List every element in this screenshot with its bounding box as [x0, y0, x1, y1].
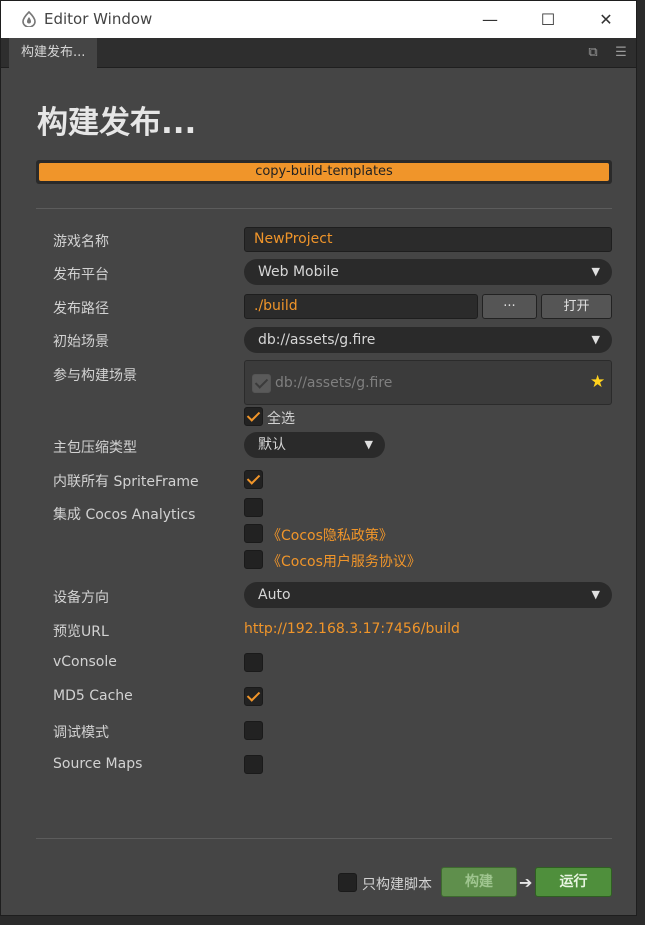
source-maps-checkbox[interactable]: [244, 755, 263, 774]
source-maps-label: Source Maps: [53, 756, 143, 772]
dropdown-arrow-icon: ▼: [591, 588, 600, 601]
vconsole-label: vConsole: [53, 654, 117, 670]
orientation-label: 设备方向: [53, 590, 109, 606]
title-bar: Editor Window — ☐ ✕: [1, 1, 636, 38]
preview-url-link[interactable]: http://192.168.3.17:7456/build: [244, 621, 460, 637]
background-editor-bottom: [0, 916, 645, 925]
debug-mode-label: 调试模式: [53, 725, 109, 741]
privacy-policy-link[interactable]: 《Cocos隐私政策》: [267, 525, 393, 545]
game-name-label: 游戏名称: [53, 234, 109, 250]
start-scene-value: db://assets/g.fire: [258, 332, 376, 348]
build-path-label: 发布路径: [53, 301, 109, 317]
divider-bottom: [36, 838, 612, 839]
orientation-select[interactable]: Auto ▼: [244, 582, 612, 608]
vconsole-checkbox[interactable]: [244, 653, 263, 672]
tab-bar: 构建发布... ⧉ ☰: [1, 38, 636, 68]
script-only-label: 只构建脚本: [362, 877, 432, 893]
start-scene-select[interactable]: db://assets/g.fire ▼: [244, 327, 612, 353]
build-button[interactable]: 构建: [441, 867, 517, 897]
minimize-button[interactable]: —: [461, 1, 519, 38]
select-all-label: 全选: [267, 411, 295, 427]
inline-spriteframe-checkbox[interactable]: [244, 470, 263, 489]
game-name-input[interactable]: NewProject: [244, 227, 612, 252]
dropdown-arrow-icon: ▼: [591, 265, 600, 278]
debug-mode-checkbox[interactable]: [244, 721, 263, 740]
scene-checkbox[interactable]: [252, 374, 271, 393]
start-scene-label: 初始场景: [53, 334, 109, 350]
preview-url-label: 预览URL: [53, 624, 109, 640]
arrow-right-icon: ➔: [519, 873, 533, 892]
window-title: Editor Window: [44, 10, 153, 28]
menu-icon[interactable]: ☰: [612, 44, 630, 62]
cocos-analytics-label: 集成 Cocos Analytics: [53, 507, 196, 523]
run-button[interactable]: 运行: [535, 867, 612, 897]
orientation-value: Auto: [258, 587, 291, 603]
select-all-checkbox[interactable]: [244, 407, 263, 426]
dropdown-arrow-icon: ▼: [591, 333, 600, 346]
privacy-policy-checkbox[interactable]: [244, 524, 263, 543]
background-editor-edge: [637, 0, 645, 925]
inline-spriteframe-label: 内联所有 SpriteFrame: [53, 474, 199, 490]
compression-select[interactable]: 默认 ▼: [244, 432, 385, 458]
maximize-button[interactable]: ☐: [519, 1, 577, 38]
compression-label: 主包压缩类型: [53, 440, 137, 456]
terms-link[interactable]: 《Cocos用户服务协议》: [267, 551, 421, 571]
dropdown-arrow-icon: ▼: [364, 438, 373, 451]
platform-value: Web Mobile: [258, 264, 339, 280]
close-button[interactable]: ✕: [577, 1, 635, 38]
cocos-logo-icon: [22, 11, 36, 27]
platform-label: 发布平台: [53, 267, 109, 283]
build-path-input[interactable]: ./build: [244, 294, 478, 319]
scene-path: db://assets/g.fire: [275, 375, 393, 391]
compression-value: 默认: [258, 437, 286, 453]
md5-cache-label: MD5 Cache: [53, 688, 133, 704]
md5-cache-checkbox[interactable]: [244, 687, 263, 706]
platform-select[interactable]: Web Mobile ▼: [244, 259, 612, 285]
popout-icon[interactable]: ⧉: [584, 44, 602, 62]
editor-window: Editor Window — ☐ ✕ 构建发布... ⧉ ☰ 构建发布... …: [0, 0, 637, 916]
open-path-button[interactable]: 打开: [541, 294, 612, 319]
page-title: 构建发布...: [37, 105, 197, 141]
divider-top: [36, 208, 612, 209]
star-icon[interactable]: ★: [590, 372, 605, 392]
tab-build[interactable]: 构建发布...: [9, 38, 98, 68]
build-progress-fill: copy-build-templates: [39, 163, 609, 181]
terms-checkbox[interactable]: [244, 550, 263, 569]
browse-path-button[interactable]: ···: [482, 294, 537, 319]
script-only-checkbox[interactable]: [338, 873, 357, 892]
cocos-analytics-checkbox[interactable]: [244, 498, 263, 517]
build-progress-bar: copy-build-templates: [36, 160, 612, 184]
included-scenes-list: db://assets/g.fire ★: [244, 360, 612, 405]
included-scenes-label: 参与构建场景: [53, 368, 137, 384]
